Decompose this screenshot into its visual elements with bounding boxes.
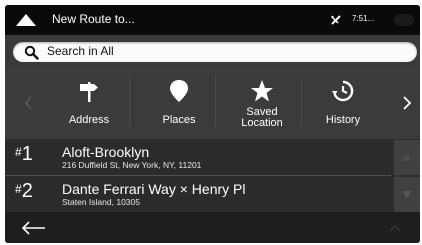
category-label: Address — [68, 114, 110, 126]
category-address-button[interactable]: Address — [54, 71, 124, 135]
map-pin-icon — [170, 80, 188, 102]
clock-history-icon — [332, 80, 354, 102]
triangle-up-icon[interactable] — [15, 13, 37, 27]
category-label: Places — [162, 114, 196, 126]
search-icon — [24, 45, 39, 60]
list-item[interactable]: #2 Dante Ferrari Way × Henry Pl Staten I… — [5, 176, 391, 212]
category-history-button[interactable]: History — [308, 71, 378, 135]
result-address: 216 Duffield St, New York, NY, 11201 — [62, 160, 202, 170]
satellite-icon — [331, 15, 341, 25]
result-address: Staten Island, 10305 — [62, 197, 140, 207]
rank-number: 1 — [21, 143, 33, 165]
result-name: Dante Ferrari Way × Henry Pl — [62, 181, 246, 197]
triangle-up-icon — [402, 154, 412, 161]
result-rank: #1 — [15, 143, 33, 165]
navigation-screen: New Route to... 7:51... Search in All Ad… — [5, 5, 420, 243]
chevron-right-icon[interactable] — [395, 85, 419, 121]
scroll-up-button[interactable] — [394, 140, 420, 175]
star-icon — [251, 80, 273, 102]
clock: 7:51... — [352, 14, 375, 23]
result-name: Aloft-Brooklyn — [62, 144, 150, 160]
status-bar: New Route to... 7:51... — [5, 5, 420, 35]
search-placeholder: Search in All — [47, 44, 114, 58]
category-saved-location-button[interactable]: Saved Location — [227, 71, 297, 135]
bottom-bar — [5, 212, 420, 243]
divider — [129, 77, 130, 127]
search-area: Search in All — [5, 35, 420, 67]
battery-icon — [394, 14, 414, 26]
chevron-up-icon[interactable] — [380, 218, 410, 238]
category-bar: Address Places Saved Location History — [5, 67, 420, 139]
rank-number: 2 — [21, 180, 33, 202]
category-label-line2: Location — [241, 117, 283, 129]
scroll-down-button[interactable] — [394, 177, 420, 212]
list-item[interactable]: #1 Aloft-Brooklyn 216 Duffield St, New Y… — [5, 139, 391, 176]
category-label: History — [325, 114, 361, 126]
chevron-left-icon[interactable] — [17, 85, 41, 121]
divider — [301, 77, 302, 127]
page-title: New Route to... — [52, 12, 135, 26]
divider — [215, 77, 216, 127]
category-places-button[interactable]: Places — [144, 71, 214, 135]
result-rank: #2 — [15, 180, 33, 202]
signpost-icon — [80, 82, 98, 102]
results-list: #1 Aloft-Brooklyn 216 Duffield St, New Y… — [5, 139, 420, 212]
arrow-left-icon[interactable] — [15, 218, 55, 238]
search-input[interactable]: Search in All — [13, 42, 417, 62]
triangle-down-icon — [402, 191, 412, 198]
